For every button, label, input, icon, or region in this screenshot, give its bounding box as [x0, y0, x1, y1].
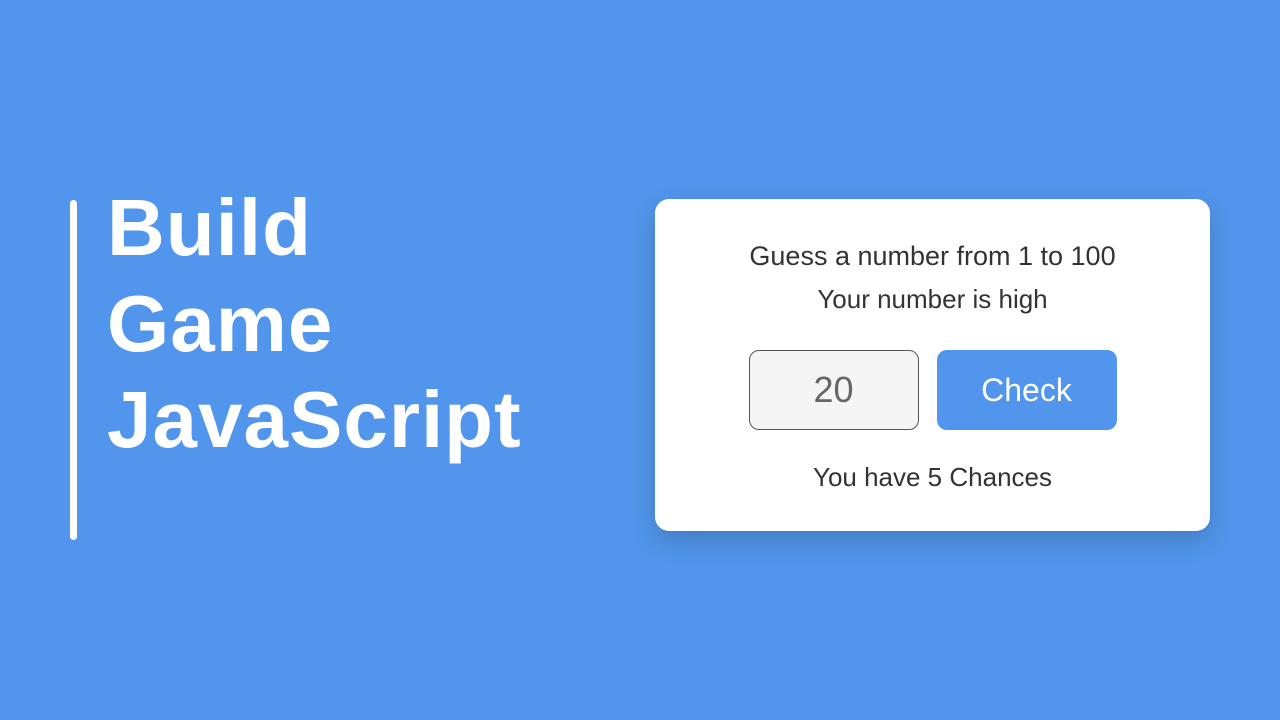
input-row: Check	[695, 350, 1170, 430]
feedback-text: Your number is high	[695, 284, 1170, 315]
chances-text: You have 5 Chances	[695, 462, 1170, 493]
headline-panel: Build Game JavaScript	[70, 180, 522, 540]
prompt-text: Guess a number from 1 to 100	[695, 241, 1170, 272]
title-line-1: Build	[107, 180, 522, 276]
accent-bar-icon	[70, 200, 77, 540]
check-button[interactable]: Check	[937, 350, 1117, 430]
page-title: Build Game JavaScript	[107, 180, 522, 468]
guess-input[interactable]	[749, 350, 919, 430]
title-line-2: Game	[107, 276, 522, 372]
title-line-3: JavaScript	[107, 372, 522, 468]
game-card: Guess a number from 1 to 100 Your number…	[655, 199, 1210, 531]
